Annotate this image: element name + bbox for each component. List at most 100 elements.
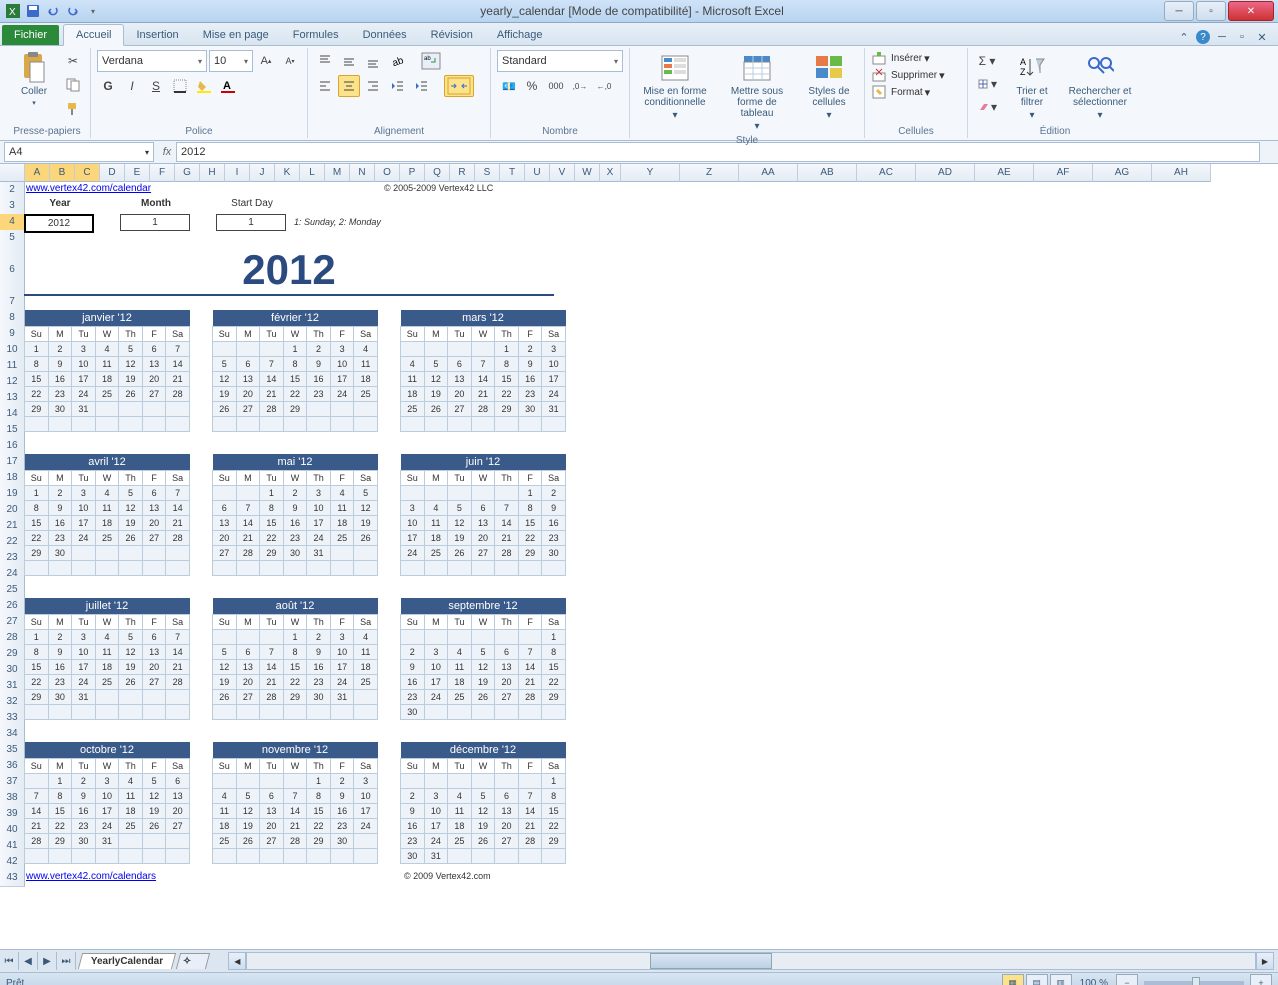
tab-file[interactable]: Fichier bbox=[2, 25, 59, 45]
col-header[interactable]: A bbox=[25, 164, 50, 182]
row-header[interactable]: 10 bbox=[0, 342, 25, 359]
row-header[interactable]: 36 bbox=[0, 758, 25, 775]
normal-view-icon[interactable]: ▦ bbox=[1002, 974, 1024, 985]
row-header[interactable]: 30 bbox=[0, 662, 25, 679]
row-header[interactable]: 22 bbox=[0, 534, 25, 551]
col-header[interactable]: T bbox=[500, 164, 525, 182]
year-value[interactable]: 2012 bbox=[24, 214, 94, 233]
row-header[interactable]: 5 bbox=[0, 230, 25, 247]
col-header[interactable]: Z bbox=[680, 164, 739, 182]
tab-data[interactable]: Données bbox=[351, 25, 419, 45]
tab-layout[interactable]: Mise en page bbox=[191, 25, 281, 45]
next-sheet-icon[interactable]: ▶ bbox=[38, 952, 57, 970]
hscroll-thumb[interactable] bbox=[650, 953, 772, 969]
align-top-icon[interactable] bbox=[314, 50, 336, 72]
prev-sheet-icon[interactable]: ◀ bbox=[19, 952, 38, 970]
save-icon[interactable] bbox=[24, 2, 42, 20]
align-left-icon[interactable] bbox=[314, 75, 336, 97]
row-header[interactable]: 29 bbox=[0, 646, 25, 663]
select-all-corner[interactable] bbox=[0, 164, 25, 182]
row-header[interactable]: 28 bbox=[0, 630, 25, 647]
row-header[interactable]: 13 bbox=[0, 390, 25, 407]
fx-icon[interactable]: fx bbox=[158, 143, 176, 161]
row-header[interactable]: 8 bbox=[0, 310, 25, 327]
worksheet[interactable]: ABCDEFGHIJKLMNOPQRSTUVWXYZAAABACADAEAFAG… bbox=[0, 164, 1278, 949]
col-header[interactable]: G bbox=[175, 164, 200, 182]
wrap-text-icon[interactable]: ab bbox=[420, 50, 442, 72]
row-header[interactable]: 27 bbox=[0, 614, 25, 631]
row-header[interactable]: 16 bbox=[0, 438, 25, 455]
col-header[interactable]: M bbox=[325, 164, 350, 182]
first-sheet-icon[interactable]: ⏮ bbox=[0, 952, 19, 970]
format-as-table-button[interactable]: Mettre sous forme de tableau ▾ bbox=[718, 50, 796, 134]
col-header[interactable]: I bbox=[225, 164, 250, 182]
zoom-out-icon[interactable]: − bbox=[1116, 974, 1138, 985]
align-middle-icon[interactable] bbox=[338, 50, 360, 72]
col-header[interactable]: P bbox=[400, 164, 425, 182]
align-right-icon[interactable] bbox=[362, 75, 384, 97]
last-sheet-icon[interactable]: ⏭ bbox=[57, 952, 76, 970]
col-header[interactable]: N bbox=[350, 164, 375, 182]
tab-view[interactable]: Affichage bbox=[485, 25, 555, 45]
name-box[interactable]: A4▾ bbox=[4, 142, 154, 162]
row-header[interactable]: 19 bbox=[0, 486, 25, 503]
row-header[interactable]: 14 bbox=[0, 406, 25, 423]
decrease-font-icon[interactable]: A▾ bbox=[279, 50, 301, 72]
row-header[interactable]: 39 bbox=[0, 806, 25, 823]
row-header[interactable]: 43 bbox=[0, 870, 25, 887]
border-icon[interactable] bbox=[169, 75, 191, 97]
col-header[interactable]: Y bbox=[621, 164, 680, 182]
row-header[interactable]: 31 bbox=[0, 678, 25, 695]
decrease-indent-icon[interactable] bbox=[386, 75, 408, 97]
row-header[interactable]: 6 bbox=[0, 246, 25, 295]
italic-button[interactable]: I bbox=[121, 75, 143, 97]
find-select-button[interactable]: Rechercher et sélectionner ▾ bbox=[1064, 50, 1136, 123]
col-header[interactable]: F bbox=[150, 164, 175, 182]
col-header[interactable]: H bbox=[200, 164, 225, 182]
row-header[interactable]: 26 bbox=[0, 598, 25, 615]
col-header[interactable]: K bbox=[275, 164, 300, 182]
zoom-thumb[interactable] bbox=[1192, 977, 1200, 985]
col-header[interactable]: W bbox=[575, 164, 600, 182]
minimize-ribbon-icon[interactable]: ⌃ bbox=[1176, 29, 1192, 45]
scroll-left-icon[interactable]: ◀ bbox=[228, 952, 246, 970]
row-header[interactable]: 18 bbox=[0, 470, 25, 487]
page-break-view-icon[interactable]: ▥ bbox=[1050, 974, 1072, 985]
maximize-button[interactable]: ▫ bbox=[1196, 1, 1226, 21]
row-header[interactable]: 25 bbox=[0, 582, 25, 599]
row-header[interactable]: 34 bbox=[0, 726, 25, 743]
row-header[interactable]: 24 bbox=[0, 566, 25, 583]
align-center-icon[interactable] bbox=[338, 75, 360, 97]
row-header[interactable]: 9 bbox=[0, 326, 25, 343]
col-header[interactable]: J bbox=[250, 164, 275, 182]
startday-value[interactable]: 1 bbox=[216, 214, 286, 231]
col-header[interactable]: C bbox=[75, 164, 100, 182]
number-format-combo[interactable]: Standard▾ bbox=[497, 50, 623, 72]
tab-insert[interactable]: Insertion bbox=[124, 25, 190, 45]
font-name-combo[interactable]: Verdana▾ bbox=[97, 50, 207, 72]
minimize-button[interactable]: ─ bbox=[1164, 1, 1194, 21]
orientation-icon[interactable]: ab bbox=[386, 50, 408, 72]
font-size-combo[interactable]: 10▾ bbox=[209, 50, 253, 72]
col-header[interactable]: AD bbox=[916, 164, 975, 182]
tab-formulas[interactable]: Formules bbox=[281, 25, 351, 45]
insert-cells-button[interactable]: Insérer ▾ bbox=[871, 50, 945, 66]
merge-center-icon[interactable] bbox=[444, 75, 474, 97]
grid-body[interactable]: 2345678910111213141516171819202122232425… bbox=[0, 182, 1278, 949]
row-header[interactable]: 33 bbox=[0, 710, 25, 727]
row-header[interactable]: 40 bbox=[0, 822, 25, 839]
doc-close-icon[interactable]: ✕ bbox=[1254, 29, 1270, 45]
row-header[interactable]: 38 bbox=[0, 790, 25, 807]
col-header[interactable]: B bbox=[50, 164, 75, 182]
conditional-format-button[interactable]: Mise en forme conditionnelle ▾ bbox=[636, 50, 714, 123]
col-header[interactable]: V bbox=[550, 164, 575, 182]
row-header[interactable]: 3 bbox=[0, 198, 25, 215]
col-header[interactable]: AH bbox=[1152, 164, 1211, 182]
row-header[interactable]: 42 bbox=[0, 854, 25, 871]
month-value[interactable]: 1 bbox=[120, 214, 190, 231]
redo-icon[interactable] bbox=[64, 2, 82, 20]
row-header[interactable]: 41 bbox=[0, 838, 25, 855]
fill-icon[interactable]: ▾ bbox=[974, 73, 1000, 95]
row-header[interactable]: 32 bbox=[0, 694, 25, 711]
sort-filter-button[interactable]: AZTrier et filtrer ▾ bbox=[1004, 50, 1060, 123]
